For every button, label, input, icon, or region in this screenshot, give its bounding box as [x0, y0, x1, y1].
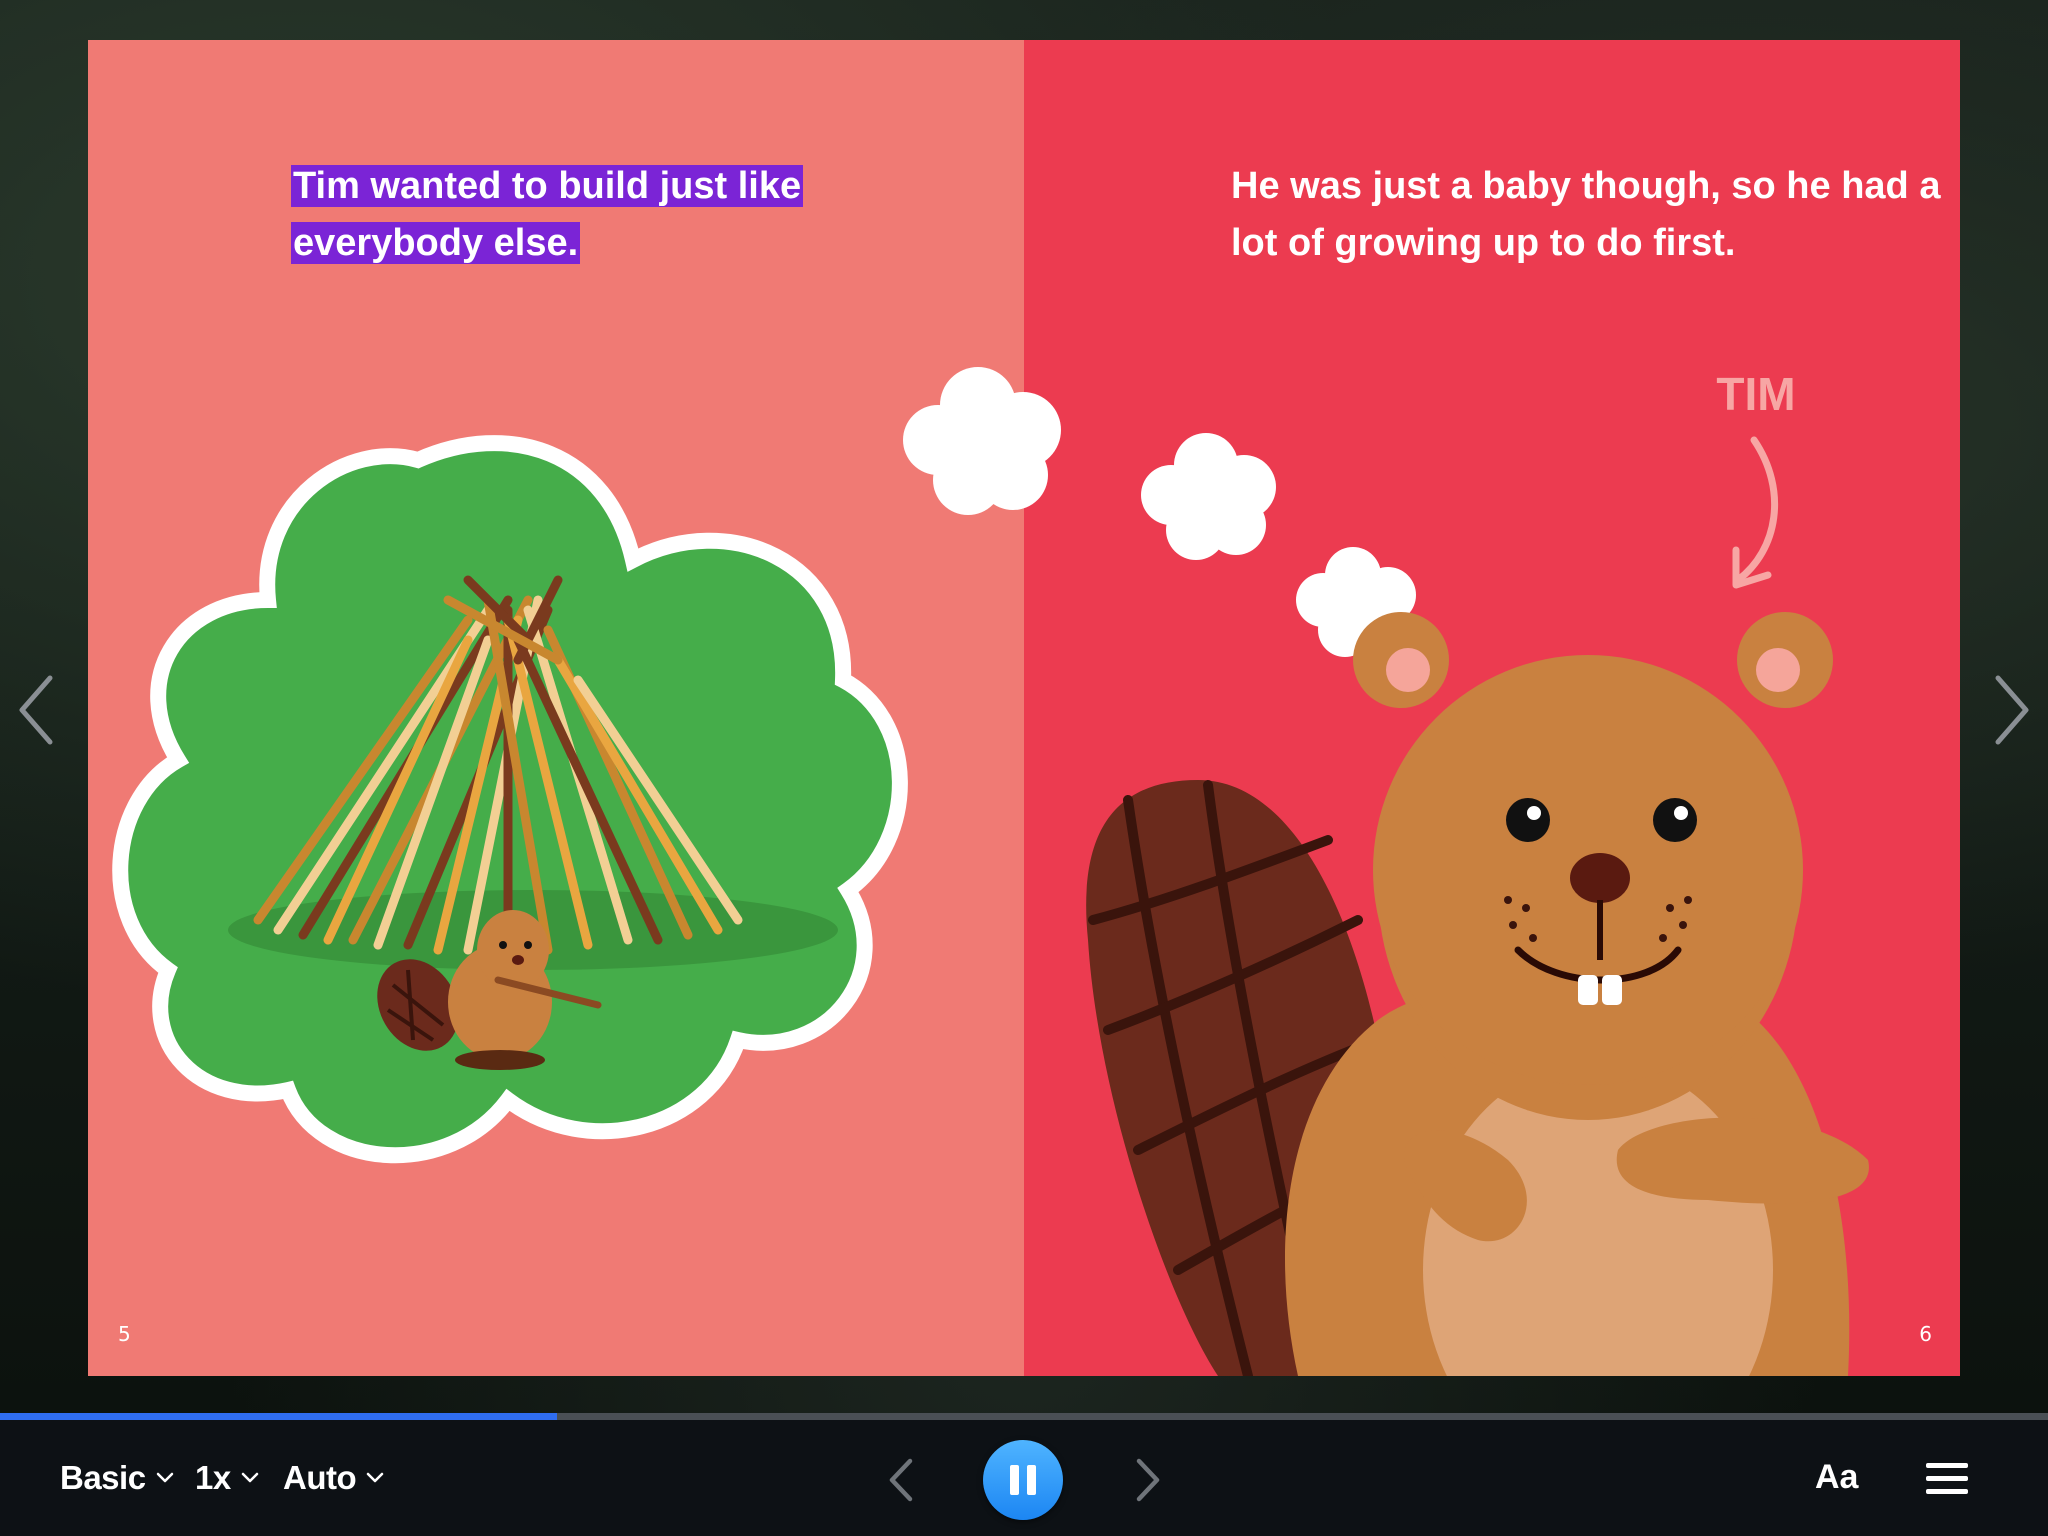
right-page: He was just a baby though, so he had a l…: [1024, 40, 1960, 1376]
previous-button[interactable]: [880, 1455, 924, 1505]
hamburger-menu-icon[interactable]: [1926, 1463, 1968, 1495]
right-page-text: He was just a baby though, so he had a l…: [1231, 165, 1941, 264]
pause-icon: [1010, 1465, 1019, 1495]
left-page-text: Tim wanted to build just like everybody …: [291, 158, 871, 272]
next-page-arrow[interactable]: [1986, 670, 2036, 750]
mode-label: Basic: [60, 1459, 146, 1496]
right-page-number: 6: [1919, 1322, 1932, 1346]
chevron-down-icon: [366, 1472, 384, 1483]
chevron-down-icon: [156, 1472, 173, 1483]
reading-progress-bar[interactable]: [0, 1413, 2048, 1420]
autoplay-label: Auto: [283, 1459, 357, 1496]
left-page: Tim wanted to build just like everybody …: [88, 40, 1024, 1376]
reading-progress-fill: [0, 1413, 558, 1420]
chevron-down-icon: [241, 1472, 258, 1483]
mode-dropdown[interactable]: Basic: [60, 1458, 174, 1498]
previous-page-arrow[interactable]: [12, 670, 62, 750]
speed-dropdown[interactable]: 1x: [195, 1458, 259, 1498]
font-settings-button[interactable]: Aa: [1815, 1458, 1858, 1497]
autoplay-dropdown[interactable]: Auto: [283, 1458, 384, 1498]
speed-label: 1x: [195, 1459, 231, 1496]
highlighted-narration: Tim wanted to build just like everybody …: [291, 165, 804, 264]
book-spread: Tim wanted to build just like everybody …: [88, 40, 1960, 1376]
pause-button[interactable]: [983, 1440, 1063, 1520]
left-page-number: 5: [118, 1322, 131, 1346]
next-button[interactable]: [1125, 1455, 1169, 1505]
